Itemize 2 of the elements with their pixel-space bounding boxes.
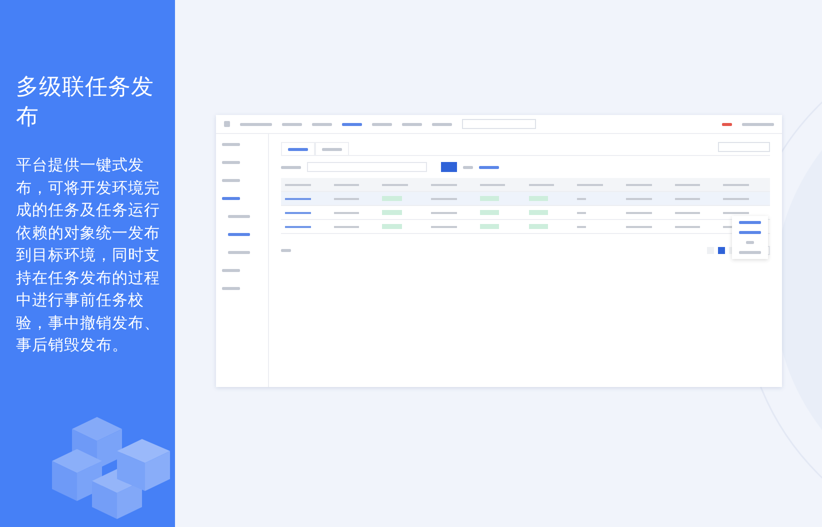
panel-title: 多级联任务发布 — [16, 73, 155, 132]
panel-description: 平台提供一键式发布，可将开发环境完成的任务及任务运行依赖的对象统一发布到目标环境，同时支持在任务发布的过程中进行事前任务校验，事中撤销发布、事后销毁发布。 — [16, 155, 161, 356]
